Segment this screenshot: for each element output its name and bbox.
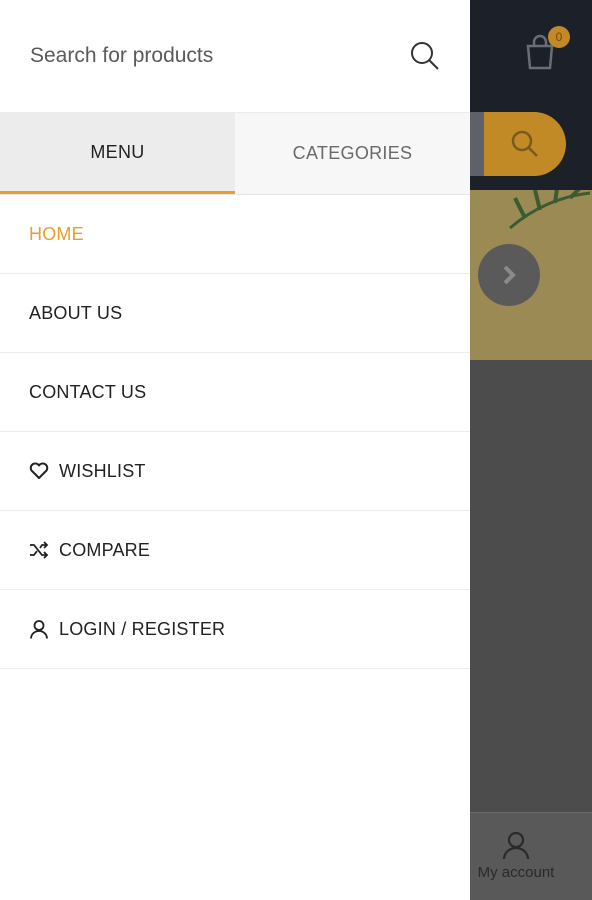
search-icon[interactable] [408,39,442,73]
drawer-tabs: MENU CATEGORIES [0,113,470,195]
slider-next-button[interactable] [478,244,540,306]
my-account-label: My account [477,864,555,881]
cart-count-badge: 0 [548,26,570,48]
menu-item-label: CONTACT US [29,381,147,402]
menu-item-contact-us[interactable]: CONTACT US [0,353,470,432]
menu-item-wishlist[interactable]: WISHLIST [0,432,470,511]
menu-item-login-register[interactable]: LOGIN / REGISTER [0,590,470,669]
menu-item-compare[interactable]: COMPARE [0,511,470,590]
chevron-right-icon [503,265,516,285]
palm-leaf-decoration [509,190,591,230]
mobile-nav-drawer: MENU CATEGORIES HOME ABOUT US CONTACT US… [0,0,470,900]
search-input[interactable] [30,44,370,68]
my-account-tab[interactable]: My account [466,830,566,881]
tab-categories[interactable]: CATEGORIES [235,113,470,194]
user-icon [29,619,49,639]
menu-item-label: WISHLIST [59,460,146,481]
menu-item-home[interactable]: HOME [0,195,470,274]
drawer-search [0,0,470,113]
menu-item-label: COMPARE [59,539,151,560]
menu-item-label: HOME [29,223,84,244]
shuffle-icon [29,540,49,560]
heart-icon [29,461,49,481]
header-search-button[interactable] [484,112,566,176]
search-icon [511,130,538,157]
menu-item-label: LOGIN / REGISTER [59,618,226,639]
menu-item-about-us[interactable]: ABOUT US [0,274,470,353]
menu-item-label: ABOUT US [29,302,123,323]
user-icon [502,831,530,860]
tab-menu[interactable]: MENU [0,113,235,194]
